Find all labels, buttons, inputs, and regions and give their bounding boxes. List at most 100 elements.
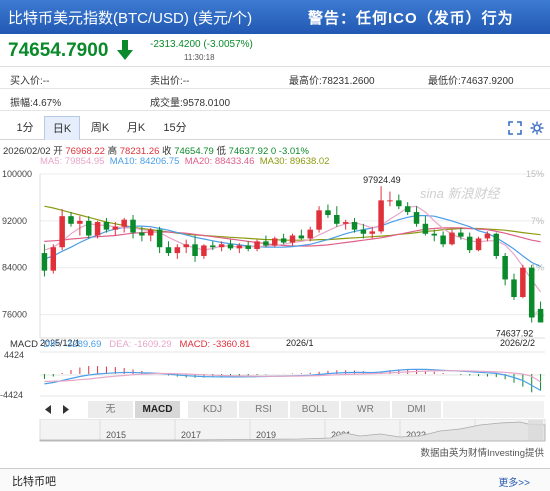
candle-body xyxy=(369,231,375,234)
candle-body xyxy=(121,219,127,227)
candle-body xyxy=(502,256,508,280)
candle-body xyxy=(458,232,464,237)
candle-body xyxy=(325,210,331,215)
indicator-tabs: 无 MACD KDJ RSI BOLL WR DMI xyxy=(40,401,545,418)
tab-daily[interactable]: 日K xyxy=(44,116,80,140)
low-price: 最低价:74637.9200 xyxy=(428,76,514,87)
candle-body xyxy=(511,279,517,297)
indicator-tab-dmi[interactable]: DMI xyxy=(392,401,442,418)
candle-body xyxy=(378,200,384,232)
peak-label: 97924.49 xyxy=(363,175,401,185)
pct-tick-label: 15% xyxy=(526,169,544,179)
watermark-text: sina 新浪财经 xyxy=(420,186,501,201)
candle-body xyxy=(440,235,446,245)
candle-body xyxy=(484,233,491,239)
candle-body xyxy=(493,233,500,256)
macd-label: MACD xyxy=(10,339,38,350)
candle-body xyxy=(466,236,473,251)
indicator-tab-none[interactable]: 无 xyxy=(88,401,134,418)
stats-row: 买入价:-- 卖出价:-- 最高价:78231.2600 最低价:74637.9… xyxy=(0,67,550,89)
macd-ytop: 4424 xyxy=(4,350,24,360)
indicator-tab-macd[interactable]: MACD xyxy=(135,401,181,418)
candle-body xyxy=(59,216,65,248)
indicator-tab-rsi[interactable]: RSI xyxy=(239,401,289,418)
candle-body xyxy=(227,244,234,249)
candle-body xyxy=(218,244,225,248)
dea-value: DEA: -1609.29 xyxy=(109,339,172,350)
ma5-value: MA5: 79854.95 xyxy=(40,156,105,167)
scroll-left-icon[interactable] xyxy=(44,405,52,414)
candle-body xyxy=(342,222,349,224)
candle-body xyxy=(77,220,83,224)
scroll-right-icon[interactable] xyxy=(62,405,70,414)
candle-body xyxy=(147,229,154,236)
candle-body xyxy=(413,212,420,224)
candle-body xyxy=(130,219,136,233)
candle-body xyxy=(528,267,535,318)
candle-body xyxy=(156,229,163,248)
candle-body xyxy=(174,247,181,254)
dif-value: DIF: -3289.69 xyxy=(43,339,102,350)
bitcoin-forum-link[interactable]: 比特币吧 xyxy=(12,473,56,489)
current-price: 74654.7900 xyxy=(8,40,109,61)
macd-value: MACD: -3360.81 xyxy=(179,339,251,350)
indicator-tab-boll[interactable]: BOLL xyxy=(290,401,340,418)
ma30-value: MA30: 89638.02 xyxy=(259,156,330,167)
candle-body xyxy=(298,235,305,239)
candle-body xyxy=(201,245,207,256)
fullscreen-icon[interactable] xyxy=(508,121,522,135)
candle-body xyxy=(236,245,243,249)
footer-bar: 比特币吧 更多>> xyxy=(0,468,550,491)
more-link[interactable]: 更多>> xyxy=(498,474,530,489)
candle-body xyxy=(360,229,367,234)
ask-price: 卖出价:-- xyxy=(150,76,190,87)
macd-ybottom: -4424 xyxy=(0,390,23,400)
candle-body xyxy=(334,215,340,224)
period-tabs: 1分 日K 周K 月K 15分 xyxy=(0,116,550,140)
indicator-tab-wr[interactable]: WR xyxy=(341,401,391,418)
range-overview-chart[interactable]: 201520172019202120232025 xyxy=(0,419,550,443)
candlestick-chart[interactable]: 100000920008400076000 15%7%-1%-9% sina 新… xyxy=(0,168,550,348)
candle-body xyxy=(431,233,438,236)
page-title: 比特币美元指数(BTC/USD) (美元/个) xyxy=(8,10,253,27)
y-tick-label: 100000 xyxy=(2,169,32,179)
candle-body xyxy=(85,220,92,236)
range-selector-handle[interactable] xyxy=(528,420,543,440)
title-bar: 比特币美元指数(BTC/USD) (美元/个) 警告：任何ICO（发币）行为 xyxy=(0,0,550,34)
candle-body xyxy=(263,241,269,246)
candle-body xyxy=(449,232,455,245)
y-tick-label: 92000 xyxy=(2,216,27,226)
settings-icon[interactable] xyxy=(530,121,544,135)
high-price: 最高价:78231.2600 xyxy=(289,76,375,87)
tab-15min[interactable]: 15分 xyxy=(158,116,192,140)
candle-body xyxy=(404,206,411,213)
overview-year-label: 2015 xyxy=(106,430,126,440)
candle-body xyxy=(50,247,57,271)
ma20-value: MA20: 88433.46 xyxy=(184,156,255,167)
indicator-tab-kdj[interactable]: KDJ xyxy=(188,401,238,418)
quote-panel: 74654.7900 -2313.4200 (-3.0057%) 11:30:1… xyxy=(0,34,550,66)
y-tick-label: 76000 xyxy=(2,310,27,320)
candle-body xyxy=(192,244,198,256)
down-arrow-icon xyxy=(117,40,133,60)
tab-1min[interactable]: 1分 xyxy=(10,116,40,140)
candle-body xyxy=(272,238,278,246)
candle-body xyxy=(210,245,216,248)
candle-body xyxy=(520,267,526,297)
overview-year-label: 2019 xyxy=(256,430,276,440)
tab-weekly[interactable]: 周K xyxy=(84,116,116,140)
candle-body xyxy=(396,200,402,207)
candle-body xyxy=(165,247,172,254)
tab-monthly[interactable]: 月K xyxy=(120,116,152,140)
x-tick-label: 2026/2/2 xyxy=(500,338,535,348)
macd-info: MACD DIF: -3289.69 DEA: -1609.29 MACD: -… xyxy=(10,339,250,350)
stats-table: 买入价:-- 卖出价:-- 最高价:78231.2600 最低价:74637.9… xyxy=(0,66,550,111)
ico-warning-banner: 警告：任何ICO（发币）行为 xyxy=(308,10,514,27)
volume: 成交量:9578.0100 xyxy=(150,98,231,109)
overview-year-label: 2017 xyxy=(181,430,201,440)
candle-body xyxy=(307,229,313,239)
candle-body xyxy=(94,222,101,236)
pct-tick-label: 7% xyxy=(531,216,544,226)
candle-body xyxy=(183,244,189,248)
candle-body xyxy=(41,253,48,271)
